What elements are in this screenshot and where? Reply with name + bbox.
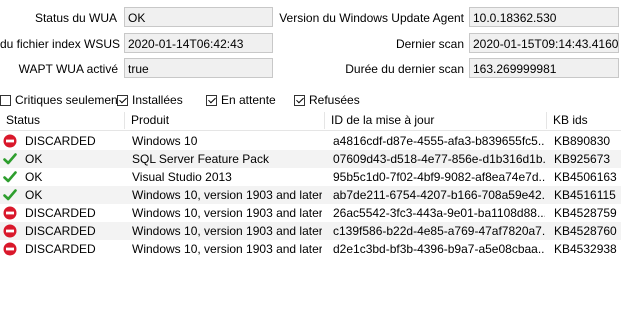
kb-id-cell: KB4532938 (554, 242, 617, 256)
table-row[interactable]: DISCARDED Windows 10, version 1903 and la… (0, 222, 621, 240)
status-cell: OK (25, 152, 43, 166)
filter-pending[interactable]: En attente (206, 92, 276, 108)
kb-id-cell: KB890830 (554, 134, 611, 148)
scan-duration-field[interactable]: 163.269999981 (469, 58, 619, 78)
kb-id-cell: KB4516115 (554, 188, 616, 202)
wua-active-field[interactable]: true (124, 58, 273, 78)
updates-grid[interactable]: Status Produit ID de la mise à jour KB i… (0, 112, 621, 321)
column-header-kb-ids[interactable]: KB ids (547, 112, 621, 129)
status-cell: DISCARDED (25, 242, 96, 256)
column-header-status[interactable]: Status (0, 112, 125, 129)
wsus-index-label: du fichier index WSUS (0, 37, 121, 51)
update-id-cell: c139f586-b22d-4e85-a769-47af7820a7... (333, 224, 545, 238)
filter-refused-label: Refusées (309, 93, 360, 107)
product-cell: Windows 10, version 1903 and later (132, 224, 322, 238)
column-header-product[interactable]: Produit (125, 112, 325, 129)
table-row[interactable]: OK Windows 10, version 1903 and later ab7d… (0, 186, 621, 204)
kb-id-cell: KB925673 (554, 152, 611, 166)
agent-version-field[interactable]: 10.0.18362.530 (469, 7, 619, 27)
product-cell: Windows 10, version 1903 and later (132, 242, 322, 256)
update-id-cell: a4816cdf-d87e-4555-afa3-b839655fc5... (333, 134, 545, 148)
column-header-update-id[interactable]: ID de la mise à jour (325, 112, 547, 129)
status-cell: DISCARDED (25, 224, 96, 238)
update-id-cell: 95b5c1d0-7f02-4bf9-9082-af8ea74e7d... (333, 170, 545, 184)
product-cell: SQL Server Feature Pack (132, 152, 269, 166)
update-id-cell: 26ac5542-3fc3-443a-9e01-ba1108d88... (333, 206, 545, 220)
checkbox-icon[interactable] (0, 94, 11, 106)
product-cell: Windows 10, version 1903 and later (132, 188, 322, 202)
checkbox-checked-icon[interactable] (117, 94, 128, 106)
filter-critical-only[interactable]: Critiques seulement (0, 92, 121, 108)
kb-id-cell: KB4528759 (554, 206, 617, 220)
filter-critical-only-label: Critiques seulement (15, 93, 122, 107)
agent-version-label: Version du Windows Update Agent (279, 11, 464, 25)
filter-installed-label: Installées (132, 93, 183, 107)
kb-id-cell: KB4506163 (554, 170, 617, 184)
wsus-index-field[interactable]: 2020-01-14T06:42:43 (124, 33, 273, 53)
update-id-cell: d2e1c3bd-bf3b-4396-b9a7-a5e08cbaa... (333, 242, 545, 256)
table-row[interactable]: DISCARDED Windows 10, version 1903 and la… (0, 240, 621, 258)
checkbox-checked-icon[interactable] (294, 94, 305, 106)
wua-status-field[interactable]: OK (124, 7, 273, 27)
checkbox-checked-icon[interactable] (206, 94, 217, 106)
update-id-cell: ab7de211-6754-4207-b166-708a59e42... (333, 188, 545, 202)
header-divider (0, 130, 621, 131)
table-row[interactable]: OK SQL Server Feature Pack 07609d43-d518-4… (0, 150, 621, 168)
status-cell: DISCARDED (25, 134, 96, 148)
wua-status-label: Status du WUA (34, 11, 117, 25)
filter-refused[interactable]: Refusées (294, 92, 360, 108)
last-scan-label: Dernier scan (395, 37, 464, 51)
product-cell: Windows 10 (132, 134, 198, 148)
update-id-cell: 07609d43-d518-4e77-856e-d1b316d1b... (333, 152, 545, 166)
table-row[interactable]: DISCARDED Windows 10, version 1903 and la… (0, 204, 621, 222)
filter-installed[interactable]: Installées (117, 92, 183, 108)
last-scan-field[interactable]: 2020-01-15T09:14:43.416000 (469, 33, 619, 53)
wua-active-label: WAPT WUA activé (18, 62, 118, 76)
product-cell: Visual Studio 2013 (132, 170, 232, 184)
status-cell: OK (25, 170, 43, 184)
status-cell: DISCARDED (25, 206, 96, 220)
status-cell: OK (25, 188, 43, 202)
kb-id-cell: KB4528760 (554, 224, 617, 238)
scan-duration-label: Durée du dernier scan (345, 62, 464, 76)
filter-pending-label: En attente (221, 93, 276, 107)
table-row[interactable]: DISCARDED Windows 10 a4816cdf-d87e-4555-af… (0, 132, 621, 150)
table-row[interactable]: OK Visual Studio 2013 95b5c1d0-7f02-4bf9-9… (0, 168, 621, 186)
product-cell: Windows 10, version 1903 and later (132, 206, 322, 220)
